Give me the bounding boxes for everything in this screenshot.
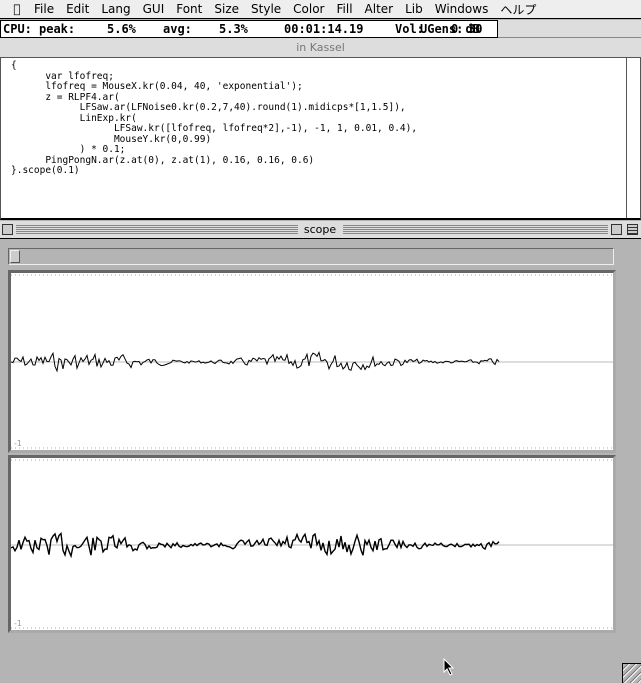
peak-label: peak: <box>39 22 76 36</box>
cpu-status-bar: CPU: peak: 5.6% avg: 5.3% 00:01:14.19 Vo… <box>0 20 498 38</box>
menu-font[interactable]: Font <box>170 2 208 16</box>
collapse-box-icon[interactable] <box>627 224 638 235</box>
menu-color[interactable]: Color <box>287 2 330 16</box>
scope-title-bar[interactable]: scope <box>0 221 641 239</box>
menu-gui[interactable]: GUI <box>137 2 171 16</box>
menu-windows[interactable]: Windows <box>429 2 495 16</box>
code-text[interactable]: { var lfofreq; lfofreq = MouseX.kr(0.04,… <box>11 60 417 177</box>
slider-knob[interactable] <box>10 250 20 263</box>
scope-channel-1: -1 <box>8 270 616 453</box>
status-bar-filler <box>498 20 641 38</box>
menu-size[interactable]: Size <box>208 2 245 16</box>
channel-min-label: -1 <box>14 619 22 628</box>
menu-lib[interactable]: Lib <box>399 2 429 16</box>
menu-style[interactable]: Style <box>245 2 287 16</box>
menu-help[interactable]: ヘルプ <box>494 1 542 18</box>
avg-label: avg: <box>163 22 192 36</box>
menu-lang[interactable]: Lang <box>95 2 136 16</box>
vol-value: 0 dB <box>451 22 480 36</box>
title-bar-stripes <box>343 225 608 235</box>
code-editor[interactable]: { var lfofreq; lfofreq = MouseX.kr(0.04,… <box>0 57 641 220</box>
scope-zoom-slider[interactable] <box>8 248 614 265</box>
channel-min-label: -1 <box>14 439 22 448</box>
apple-menu-icon[interactable]:  <box>6 2 28 16</box>
cpu-label: CPU: <box>3 22 32 36</box>
menu-bar:  FileEditLangGUIFontSizeStyleColorFillA… <box>0 0 641 19</box>
scope-window-title: scope <box>303 223 337 236</box>
elapsed-time: 00:01:14.19 <box>284 22 364 36</box>
waveform-2 <box>11 459 613 629</box>
close-box-icon[interactable] <box>2 224 13 235</box>
menu-fill[interactable]: Fill <box>331 2 359 16</box>
menu-edit[interactable]: Edit <box>60 2 95 16</box>
peak-value: 5.6% <box>107 22 136 36</box>
scope-channel-2: -1 <box>8 455 616 633</box>
vertical-scrollbar[interactable] <box>626 58 640 218</box>
resize-grip[interactable] <box>622 663 641 683</box>
zoom-box-icon[interactable] <box>611 224 622 235</box>
waveform-1 <box>11 274 613 449</box>
menu-alter[interactable]: Alter <box>359 2 400 16</box>
mouse-cursor-icon <box>443 658 455 676</box>
title-bar-stripes <box>16 225 298 235</box>
vol-label: Vol: <box>395 22 424 36</box>
menu-file[interactable]: File <box>28 2 60 16</box>
avg-value: 5.3% <box>219 22 248 36</box>
editor-window-title[interactable]: in Kassel <box>0 38 641 57</box>
